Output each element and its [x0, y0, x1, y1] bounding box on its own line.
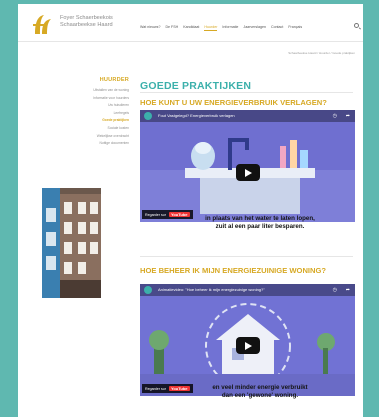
sidebar-menu: Uitstallen van de woning Informatie voor… — [39, 87, 129, 148]
section-title-energiezuinige-woning: HOE BEHEER IK MIJN ENERGIEZUINIGE WONING… — [140, 266, 327, 275]
sidebar-item[interactable]: Uitstallen van de woning — [39, 87, 129, 95]
video-title[interactable]: Animatievideo: "Hoe beheer ik mijn energ… — [158, 287, 265, 292]
page-title: GOEDE PRAKTIJKEN — [140, 80, 252, 92]
channel-avatar[interactable] — [144, 112, 152, 120]
watch-later-icon[interactable]: ◷ — [333, 113, 337, 119]
caption-line2: dan een 'gewone' woning. — [221, 391, 299, 399]
video-title[interactable]: Fout Vastgelegd? Energieverbruik verlage… — [158, 113, 235, 118]
video-caption: in plaats van het water te laten lopen, … — [180, 215, 340, 230]
search-icon[interactable] — [354, 23, 359, 28]
sidebar-title: HUURDER — [99, 77, 129, 83]
sidebar-item[interactable]: Leefregels — [39, 110, 129, 118]
video-energiezuinige-woning[interactable]: Animatievideo: "Hoe beheer ik mijn energ… — [140, 284, 355, 396]
fsh-logo[interactable] — [32, 12, 54, 36]
watch-later-icon[interactable]: ◷ — [333, 287, 337, 293]
play-button-icon[interactable] — [236, 337, 260, 354]
sidebar-item-active[interactable]: Goede praktijken — [39, 117, 129, 125]
video-title-bar: Animatievideo: "Hoe beheer ik mijn energ… — [140, 284, 355, 296]
caption-line1: en veel minder energie verbruikt — [212, 384, 308, 391]
nav-informatie[interactable]: Informatie — [222, 25, 238, 31]
share-icon[interactable]: ➦ — [346, 113, 350, 119]
play-button-icon[interactable] — [236, 164, 260, 181]
nav-de-fsh[interactable]: De FSH — [165, 25, 178, 31]
share-icon[interactable]: ➦ — [346, 287, 350, 293]
breadcrumb[interactable]: Schaarbeekse Haard / Huurder / Goede pra… — [288, 51, 355, 55]
sidebar-item[interactable]: Wekelijkse overdracht — [39, 133, 129, 141]
sidebar-item[interactable]: Uw huisdieren — [39, 102, 129, 110]
site-header: Foyer Schaerbeekois Schaarbeekse Haard W… — [18, 4, 363, 42]
sidebar-item[interactable]: Informatie voor huurders — [39, 95, 129, 103]
nav-francais[interactable]: Français — [288, 25, 302, 31]
watch-label: Regarder sur — [145, 212, 166, 217]
nav-huurder[interactable]: Huurder — [204, 25, 218, 31]
nav-contact[interactable]: Contact — [271, 25, 283, 31]
brand-line2: Schaarbeekse Haard — [60, 22, 113, 28]
sidebar-item[interactable]: Sociale kosten — [39, 125, 129, 133]
title-divider — [140, 92, 353, 93]
nav-jaarverslagen[interactable]: Jaarverslagen — [243, 25, 266, 31]
sidebar-item[interactable]: Nuttige documenten — [39, 140, 129, 148]
video-caption: en veel minder energie verbruikt dan een… — [180, 384, 340, 399]
main-nav: Wat nieuws? De FSH Kandidaat Huurder Inf… — [140, 25, 302, 31]
nav-kandidaat[interactable]: Kandidaat — [183, 25, 199, 31]
section-title-energieverbruik: HOE KUNT U UW ENERGIEVERBRUIK VERLAGEN? — [140, 98, 327, 107]
caption-line1: in plaats van het water te laten lopen, — [205, 215, 315, 222]
page: Foyer Schaerbeekois Schaarbeekse Haard W… — [18, 4, 363, 417]
section-divider — [140, 256, 353, 257]
video-energieverbruik[interactable]: Fout Vastgelegd? Energieverbruik verlage… — [140, 110, 355, 222]
video-title-bar: Fout Vastgelegd? Energieverbruik verlage… — [140, 110, 355, 122]
caption-line2: zuit al een paar liter besparen. — [215, 222, 305, 230]
channel-avatar[interactable] — [144, 286, 152, 294]
brand-name[interactable]: Foyer Schaerbeekois Schaarbeekse Haard — [60, 15, 113, 29]
nav-wat-nieuws[interactable]: Wat nieuws? — [140, 25, 160, 31]
building-photo — [42, 188, 101, 298]
watch-label: Regarder sur — [145, 386, 166, 391]
brand-line1: Foyer Schaerbeekois — [60, 15, 113, 21]
